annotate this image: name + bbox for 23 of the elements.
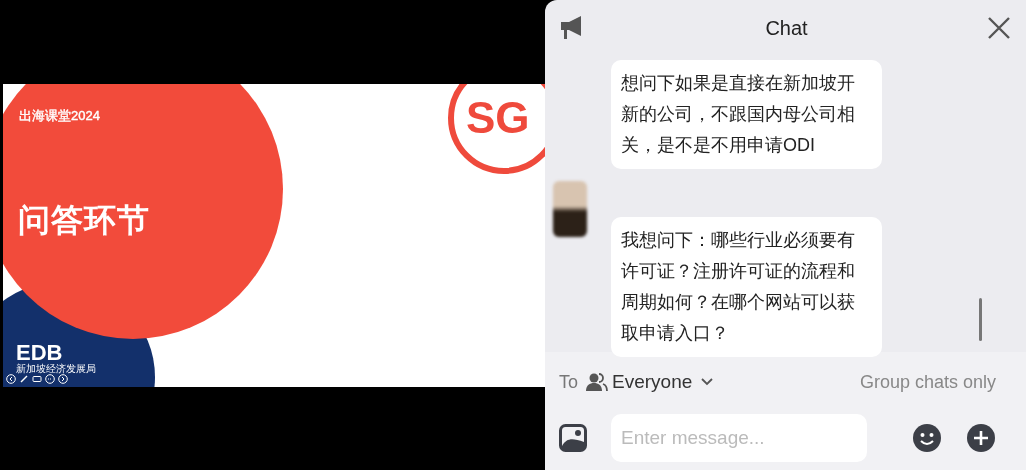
scrollbar[interactable] — [979, 298, 982, 341]
add-icon[interactable] — [966, 423, 996, 453]
message-input[interactable]: Enter message... — [611, 414, 867, 462]
chat-message: 我想问下：哪些行业必须要有许可证？注册许可证的流程和周期如何？在哪个网站可以获取申请入口？ — [611, 217, 882, 357]
slide-subtitle: 出海课堂2024 — [19, 106, 100, 125]
previous-icon[interactable] — [6, 373, 16, 384]
pen-icon[interactable] — [19, 373, 29, 384]
to-label: To — [559, 370, 578, 394]
emoji-icon[interactable] — [912, 423, 942, 453]
footer-caption: 新加坡经济发展局 — [16, 363, 96, 374]
chevron-icon — [700, 377, 715, 388]
image-icon[interactable] — [559, 424, 587, 452]
chat-message: 想问下如果是直接在新加坡开新的公司，不跟国内母公司相关，是不是不用申请ODI — [611, 60, 882, 169]
chat-mode: Group chats only — [859, 370, 996, 394]
next-icon[interactable] — [58, 373, 68, 384]
slide-title: 问答环节 — [18, 200, 150, 240]
footer-logo: EDB — [16, 341, 63, 364]
recipient-dropdown[interactable]: Everyone — [586, 368, 715, 397]
captions-icon[interactable] — [32, 373, 42, 384]
close-icon[interactable] — [986, 14, 1012, 41]
chat-title: Chat — [765, 15, 808, 41]
people-icon — [586, 372, 608, 393]
more-icon[interactable] — [45, 373, 55, 384]
